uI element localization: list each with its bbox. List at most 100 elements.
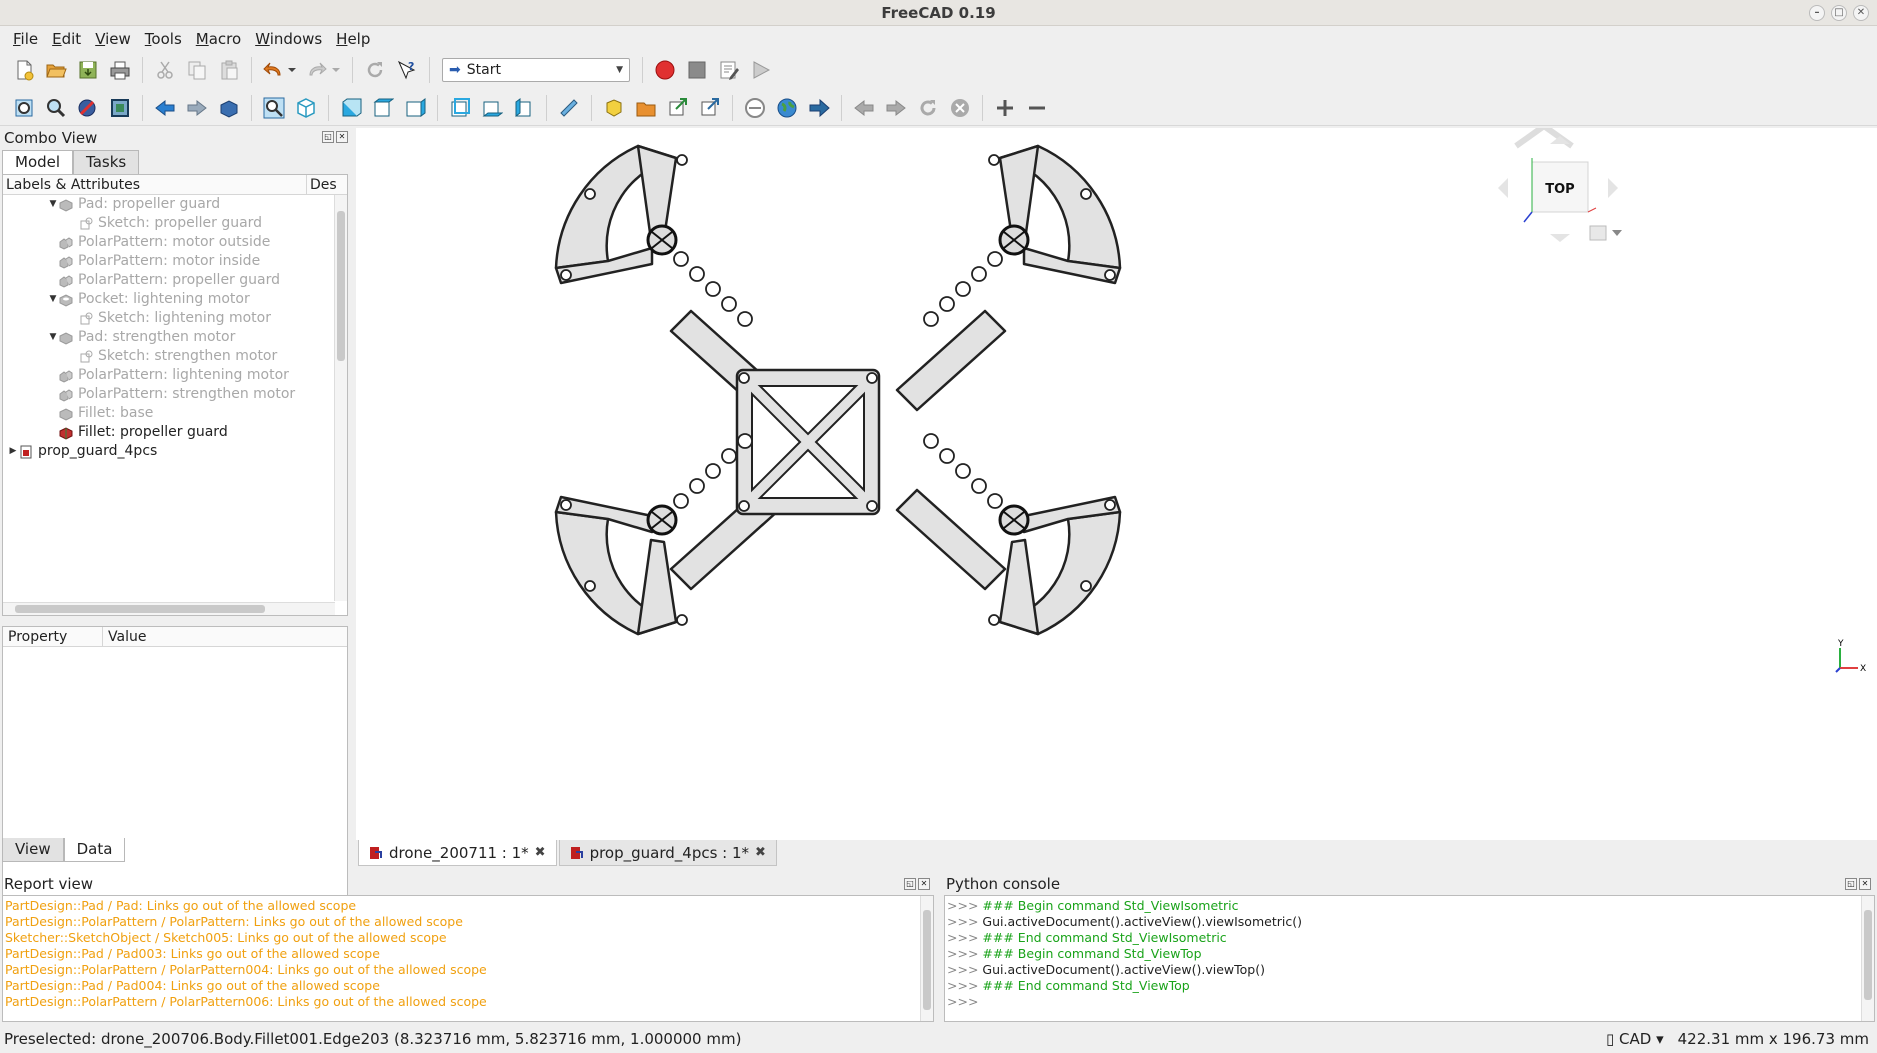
python-scrollbar[interactable] [1861, 896, 1874, 1021]
tree-item[interactable]: PolarPattern: motor outside [3, 233, 347, 252]
menu-windows[interactable]: Windows [248, 30, 329, 48]
document-tab[interactable]: drone_200711 : 1* ✖ [358, 840, 557, 866]
macro-stop-button[interactable] [683, 56, 711, 84]
tree-item[interactable]: ▼ Pocket: lightening motor [3, 290, 347, 309]
fit-selection-button[interactable] [42, 94, 70, 122]
report-log[interactable]: PartDesign::Pad / Pad: Links go out of t… [2, 895, 934, 1022]
expand-toggle-icon[interactable]: ▼ [47, 195, 59, 214]
tree-header-labels[interactable]: Labels & Attributes [3, 175, 307, 194]
menu-tools[interactable]: Tools [138, 30, 189, 48]
float-panel-button[interactable]: ◱ [322, 131, 334, 143]
close-tab-icon[interactable]: ✖ [755, 845, 766, 860]
tree-vertical-scrollbar[interactable] [334, 195, 347, 601]
redo-button[interactable] [304, 56, 344, 84]
back-arrow-button[interactable] [151, 94, 179, 122]
tab-view[interactable]: View [2, 838, 64, 862]
navigation-cube[interactable]: TOP [1498, 122, 1622, 242]
zoom-in-button[interactable] [991, 94, 1019, 122]
python-console-input[interactable]: >>> ### Begin command Std_ViewIsometric >… [944, 895, 1875, 1022]
menu-edit[interactable]: Edit [45, 30, 88, 48]
tree-item[interactable]: Sketch: lightening motor [3, 309, 347, 328]
web-forward-button[interactable] [882, 94, 910, 122]
report-close-button[interactable]: ✕ [918, 878, 930, 890]
close-window-button[interactable]: ✕ [1853, 5, 1869, 21]
tree-item[interactable]: ▶ prop_guard_4pcs [3, 442, 347, 461]
rear-view-button[interactable] [446, 94, 474, 122]
report-float-button[interactable]: ◱ [904, 878, 916, 890]
cut-button[interactable] [151, 56, 179, 84]
python-float-button[interactable]: ◱ [1845, 878, 1857, 890]
expand-toggle-icon[interactable]: ▼ [47, 290, 59, 309]
fit-all-button[interactable] [10, 94, 38, 122]
bounding-box-button[interactable] [106, 94, 134, 122]
std-views-button[interactable] [215, 94, 243, 122]
left-view-button[interactable] [510, 94, 538, 122]
navigation-style-button[interactable]: ▯ CAD ▾ [1606, 1026, 1664, 1053]
menu-view[interactable]: View [88, 30, 138, 48]
tree-header-description[interactable]: Des [307, 175, 337, 194]
paste-button[interactable] [215, 56, 243, 84]
document-tab[interactable]: prop_guard_4pcs : 1* ✖ [558, 840, 777, 866]
tab-tasks[interactable]: Tasks [73, 150, 140, 174]
part-button[interactable] [600, 94, 628, 122]
web-stop-button[interactable] [946, 94, 974, 122]
web-home-button[interactable] [741, 94, 769, 122]
top-view-button[interactable] [369, 94, 397, 122]
print-button[interactable] [106, 56, 134, 84]
workbench-selector[interactable]: ➡ Start ▼ [442, 58, 630, 82]
tree-item[interactable]: Fillet: base [3, 404, 347, 423]
tree-item[interactable]: Sketch: strengthen motor [3, 347, 347, 366]
tree-horizontal-scrollbar[interactable] [3, 602, 335, 615]
copy-button[interactable] [183, 56, 211, 84]
menu-help[interactable]: Help [329, 30, 377, 48]
right-view-button[interactable] [401, 94, 429, 122]
group-button[interactable] [632, 94, 660, 122]
link-button[interactable] [664, 94, 692, 122]
tree-item[interactable]: ▼ Pad: propeller guard [3, 195, 347, 214]
measure-button[interactable] [555, 94, 583, 122]
web-globe-button[interactable] [773, 94, 801, 122]
refresh-button[interactable] [361, 56, 389, 84]
tree-item[interactable]: PolarPattern: motor inside [3, 252, 347, 271]
menu-file[interactable]: File [6, 30, 45, 48]
drone-frame-drawing[interactable]: TOP Y X [356, 122, 1877, 840]
macro-edit-button[interactable] [715, 56, 743, 84]
zoom-button[interactable] [260, 94, 288, 122]
web-go-button[interactable] [805, 94, 833, 122]
draw-style-button[interactable] [74, 94, 102, 122]
tree-item[interactable]: Sketch: propeller guard [3, 214, 347, 233]
menu-macro[interactable]: Macro [189, 30, 248, 48]
python-close-button[interactable]: ✕ [1859, 878, 1871, 890]
new-document-button[interactable] [10, 56, 38, 84]
macro-record-button[interactable] [651, 56, 679, 84]
open-button[interactable] [42, 56, 70, 84]
save-button[interactable] [74, 56, 102, 84]
bottom-view-button[interactable] [478, 94, 506, 122]
isometric-view-button[interactable] [292, 94, 320, 122]
tree-item[interactable]: PolarPattern: propeller guard [3, 271, 347, 290]
close-tab-icon[interactable]: ✖ [535, 845, 546, 860]
expand-toggle-icon[interactable]: ▶ [7, 442, 19, 461]
tree-item[interactable]: Fillet: propeller guard [3, 423, 347, 442]
tree-item[interactable]: PolarPattern: lightening motor [3, 366, 347, 385]
minimize-button[interactable]: – [1809, 5, 1825, 21]
tree-item[interactable]: PolarPattern: strengthen motor [3, 385, 347, 404]
web-back-button[interactable] [850, 94, 878, 122]
expand-toggle-icon[interactable]: ▼ [47, 328, 59, 347]
forward-arrow-button[interactable] [183, 94, 211, 122]
tab-data[interactable]: Data [63, 838, 126, 862]
3d-viewport[interactable]: TOP Y X [356, 122, 1877, 840]
web-refresh-button[interactable] [914, 94, 942, 122]
tab-model[interactable]: Model [2, 150, 74, 174]
value-column-header[interactable]: Value [103, 627, 146, 646]
zoom-out-button[interactable] [1023, 94, 1051, 122]
whats-this-button[interactable]: ? [393, 56, 421, 84]
front-view-button[interactable] [337, 94, 365, 122]
maximize-button[interactable]: □ [1831, 5, 1847, 21]
macro-execute-button[interactable] [747, 56, 775, 84]
report-scrollbar[interactable] [920, 896, 933, 1021]
close-panel-button[interactable]: ✕ [336, 131, 348, 143]
undo-button[interactable] [260, 56, 300, 84]
link-actions-button[interactable] [696, 94, 724, 122]
property-column-header[interactable]: Property [3, 627, 103, 646]
